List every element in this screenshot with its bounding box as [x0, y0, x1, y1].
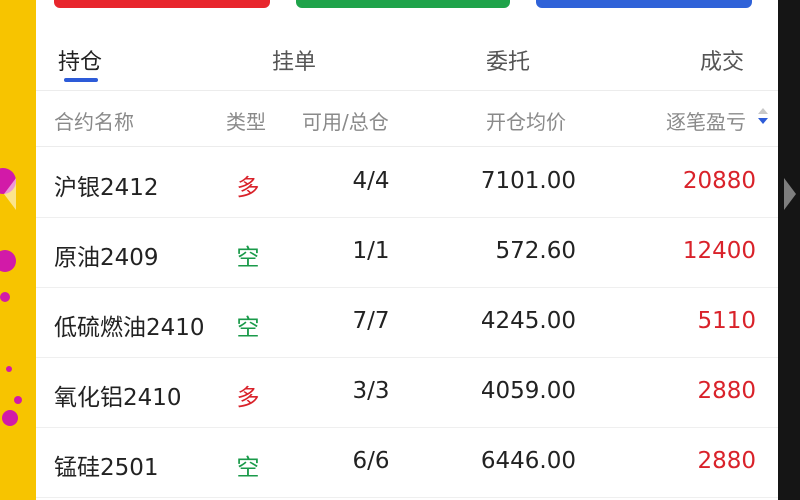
tab-pending[interactable]: 挂单	[272, 44, 316, 76]
position-type: 空	[236, 245, 260, 271]
table-row[interactable]: 低硫燃油2410 空 7/7 4245.00 5110	[36, 288, 778, 358]
open-avg-price: 572.60	[495, 238, 576, 264]
table-header: 合约名称 类型 可用/总仓 开仓均价 逐笔盈亏	[36, 96, 778, 144]
position-type: 多	[236, 385, 260, 411]
decor-dot	[14, 396, 22, 404]
next-arrow-icon[interactable]	[784, 178, 796, 210]
positions-panel: 持仓 挂单 委托 成交 合约名称 类型 可用/总仓 开仓均价 逐笔盈亏 沪银24…	[36, 0, 778, 500]
sort-desc-icon[interactable]	[758, 106, 768, 130]
action-buttons	[36, 0, 778, 8]
decor-dot	[2, 410, 18, 426]
table-row[interactable]: 氧化铝2410 多 3/3 4059.00 2880	[36, 358, 778, 428]
tab-positions[interactable]: 持仓	[58, 44, 102, 76]
position-type: 多	[236, 175, 260, 201]
table-row[interactable]: 原油2409 空 1/1 572.60 12400	[36, 218, 778, 288]
header-pnl[interactable]: 逐笔盈亏	[666, 106, 746, 135]
decor-dot	[0, 250, 16, 272]
per-trade-pnl: 20880	[682, 168, 756, 194]
close-position-button[interactable]	[536, 0, 752, 8]
divider	[36, 146, 778, 147]
contract-name: 锰硅2501	[54, 455, 159, 481]
header-name: 合约名称	[54, 110, 134, 134]
table-row[interactable]: 沪银2412 多 4/4 7101.00 20880	[36, 148, 778, 218]
divider	[36, 90, 778, 91]
position-type: 空	[236, 315, 260, 341]
decor-dot	[0, 292, 10, 302]
available-total: 6/6	[352, 448, 390, 474]
prev-arrow-icon[interactable]	[4, 178, 16, 210]
decor-dot	[6, 366, 12, 372]
per-trade-pnl: 2880	[697, 378, 756, 404]
per-trade-pnl: 5110	[697, 308, 756, 334]
position-type: 空	[236, 455, 260, 481]
active-tab-indicator	[64, 78, 98, 82]
open-avg-price: 4059.00	[480, 378, 576, 404]
header-qty: 可用/总仓	[302, 110, 389, 134]
available-total: 4/4	[352, 168, 390, 194]
positions-list: 沪银2412 多 4/4 7101.00 20880 原油2409 空 1/1 …	[36, 148, 778, 498]
available-total: 7/7	[352, 308, 390, 334]
sell-button[interactable]	[296, 0, 510, 8]
open-avg-price: 4245.00	[480, 308, 576, 334]
contract-name: 氧化铝2410	[54, 385, 182, 411]
open-avg-price: 7101.00	[480, 168, 576, 194]
tab-orders[interactable]: 委托	[486, 44, 530, 76]
header-price: 开仓均价	[486, 110, 566, 134]
table-row[interactable]: 锰硅2501 空 6/6 6446.00 2880	[36, 428, 778, 498]
tab-bar: 持仓 挂单 委托 成交	[36, 40, 778, 84]
promo-background	[0, 0, 36, 500]
contract-name: 沪银2412	[54, 175, 159, 201]
available-total: 1/1	[352, 238, 390, 264]
dark-margin	[778, 0, 800, 500]
available-total: 3/3	[352, 378, 390, 404]
per-trade-pnl: 2880	[697, 448, 756, 474]
tab-trades[interactable]: 成交	[700, 44, 744, 76]
buy-button[interactable]	[54, 0, 270, 8]
per-trade-pnl: 12400	[682, 238, 756, 264]
header-type: 类型	[226, 110, 266, 134]
contract-name: 低硫燃油2410	[54, 315, 205, 341]
contract-name: 原油2409	[54, 245, 159, 271]
open-avg-price: 6446.00	[480, 448, 576, 474]
